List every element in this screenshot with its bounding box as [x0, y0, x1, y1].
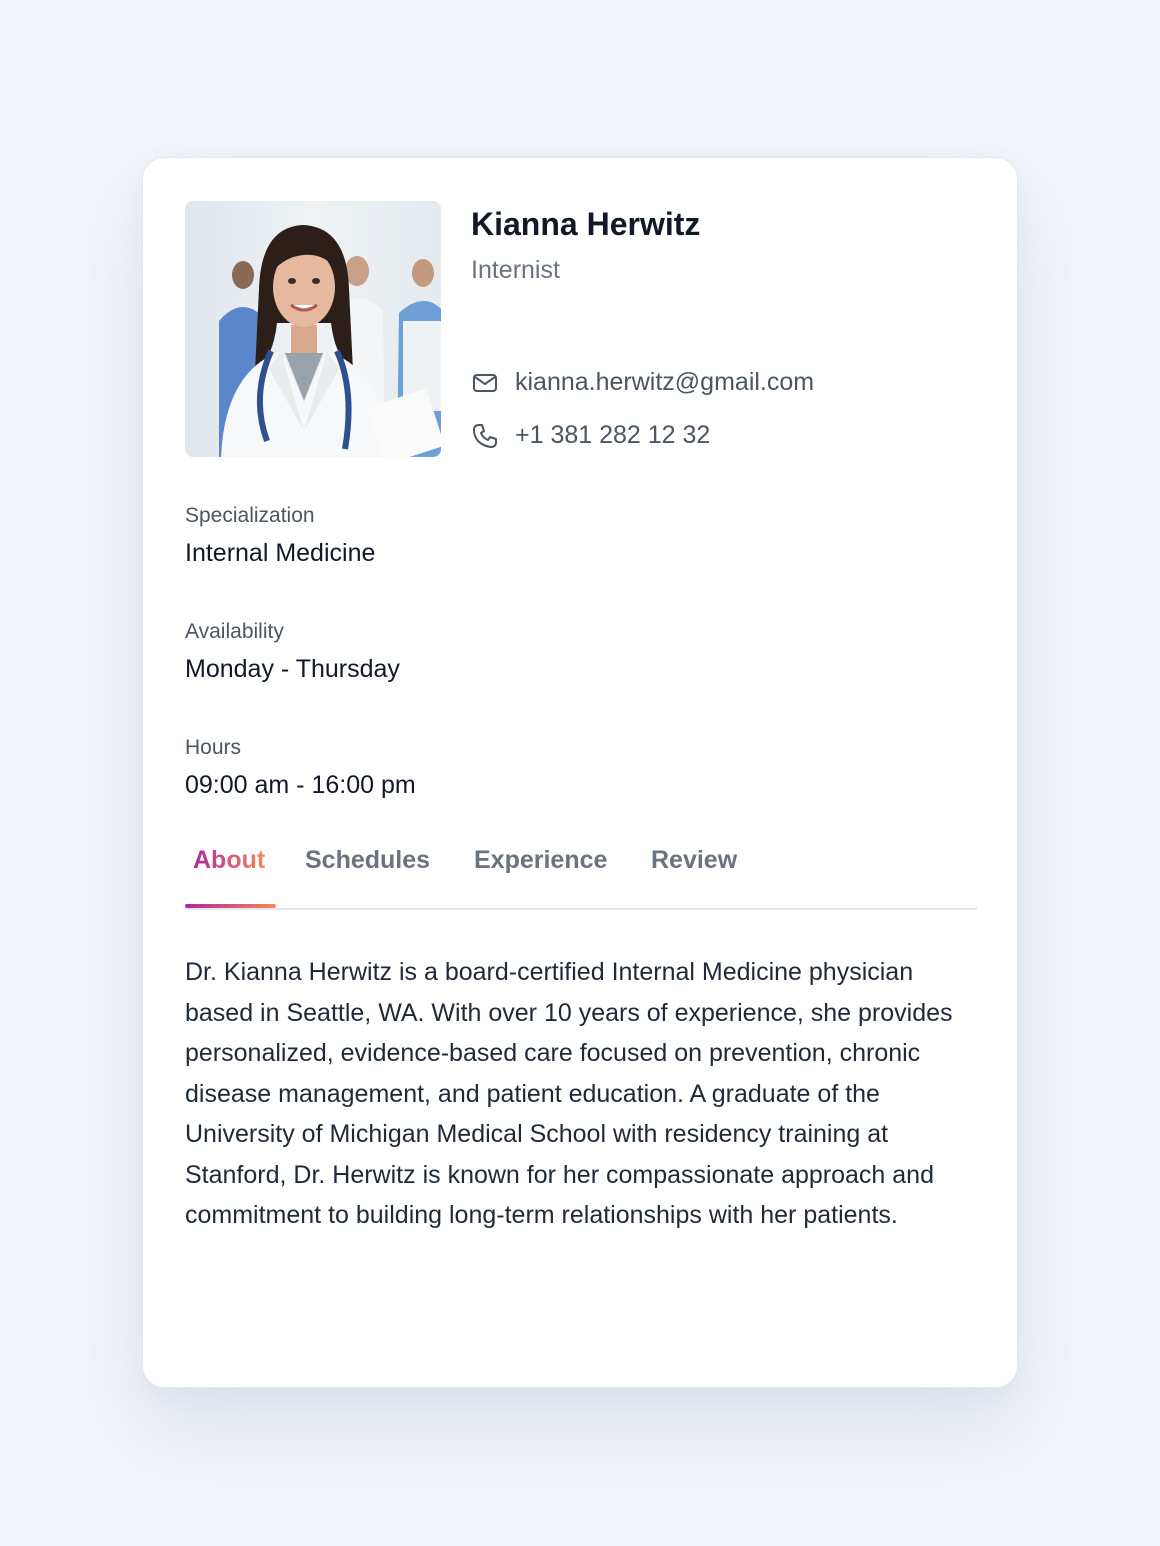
phone-contact[interactable]: +1 381 282 12 32 — [471, 421, 710, 450]
phone-text[interactable]: +1 381 282 12 32 — [515, 421, 710, 450]
doctor-name: Kianna Herwitz — [471, 206, 701, 242]
phone-icon — [471, 422, 499, 450]
tab-about[interactable]: About — [193, 846, 265, 875]
tab-experience[interactable]: Experience — [474, 846, 607, 875]
mail-icon — [471, 369, 499, 397]
tab-review[interactable]: Review — [651, 846, 737, 875]
doctor-photo — [185, 201, 441, 457]
specialization-label: Specialization — [185, 504, 315, 527]
hours-label: Hours — [185, 736, 242, 759]
specialization-value: Internal Medicine — [185, 539, 376, 567]
doctor-role: Internist — [471, 256, 560, 284]
profile-tabs: About Schedules Experience Review — [185, 846, 977, 910]
tab-schedules[interactable]: Schedules — [305, 846, 430, 875]
doctor-profile-card: Kianna Herwitz Internist kianna.herwitz@… — [142, 157, 1018, 1388]
active-tab-indicator — [185, 904, 276, 908]
hours-value: 09:00 am - 16:00 pm — [185, 771, 416, 799]
availability-label: Availability — [185, 620, 284, 643]
about-text: Dr. Kianna Herwitz is a board-certified … — [185, 958, 953, 1229]
availability-value: Monday - Thursday — [185, 655, 400, 683]
email-text[interactable]: kianna.herwitz@gmail.com — [515, 368, 814, 397]
email-contact[interactable]: kianna.herwitz@gmail.com — [471, 368, 814, 397]
